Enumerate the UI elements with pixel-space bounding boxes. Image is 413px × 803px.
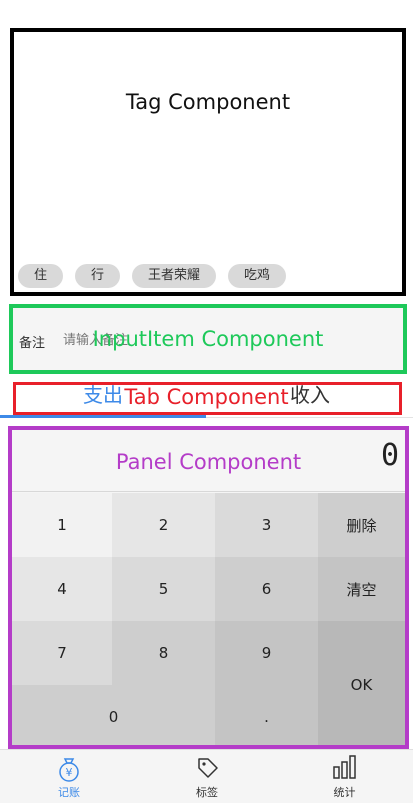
key-6[interactable]: 6 [215,557,318,621]
panel-section-title: Panel Component [115,450,302,474]
tag-icon [198,758,218,778]
key-0[interactable]: 0 [12,685,215,745]
tag-item[interactable]: 吃鸡 [228,264,287,288]
tags-section-title: Tag Component [125,90,291,114]
tag-list: 住 行 王者荣耀 吃鸡 [18,264,287,288]
amount-value: 0 [380,438,399,473]
bottom-nav: ¥ 记账 标签 统计 [0,749,413,803]
svg-text:¥: ¥ [66,766,73,779]
money-app-page: Tag Component 住 行 王者荣耀 吃鸡 备注 InputItem C… [0,0,413,803]
nav-item-statistics[interactable]: 统计 [276,750,413,803]
panel-section: Panel Component 0 1 2 3 删除 4 5 6 清空 7 8 … [8,426,409,749]
money-bag-icon: ¥ [59,758,79,782]
nav-label-bookkeeping: 记账 [58,786,80,799]
key-1[interactable]: 1 [12,493,112,557]
nav-label-tags: 标签 [196,786,218,799]
nav-item-bookkeeping[interactable]: ¥ 记账 [0,750,138,803]
key-4[interactable]: 4 [12,557,112,621]
key-7[interactable]: 7 [12,621,112,685]
note-input[interactable] [63,328,183,352]
key-8[interactable]: 8 [112,621,215,685]
clear-key[interactable]: 清空 [318,557,405,621]
tags-section: Tag Component 住 行 王者荣耀 吃鸡 [10,28,406,296]
note-label: 备注 [19,336,46,351]
tag-item[interactable]: 住 [18,264,64,288]
dot-key[interactable]: . [215,685,318,745]
bar-chart-icon [333,755,356,779]
key-2[interactable]: 2 [112,493,215,557]
key-3[interactable]: 3 [215,493,318,557]
tab-active-underline [0,415,206,418]
tab-section-outline [13,382,402,415]
delete-key[interactable]: 删除 [318,493,405,557]
tab-section: 支出 收入 Tab Component [0,378,413,418]
tag-item[interactable]: 行 [75,264,121,288]
ok-key[interactable]: OK [318,621,405,745]
amount-display: Panel Component 0 [12,430,405,492]
key-9[interactable]: 9 [215,621,318,685]
tag-item[interactable]: 王者荣耀 [132,264,217,288]
nav-label-statistics: 统计 [333,786,356,799]
key-5[interactable]: 5 [112,557,215,621]
nav-item-tags[interactable]: 标签 [138,750,276,803]
note-section: 备注 InputItem Component [9,304,407,374]
